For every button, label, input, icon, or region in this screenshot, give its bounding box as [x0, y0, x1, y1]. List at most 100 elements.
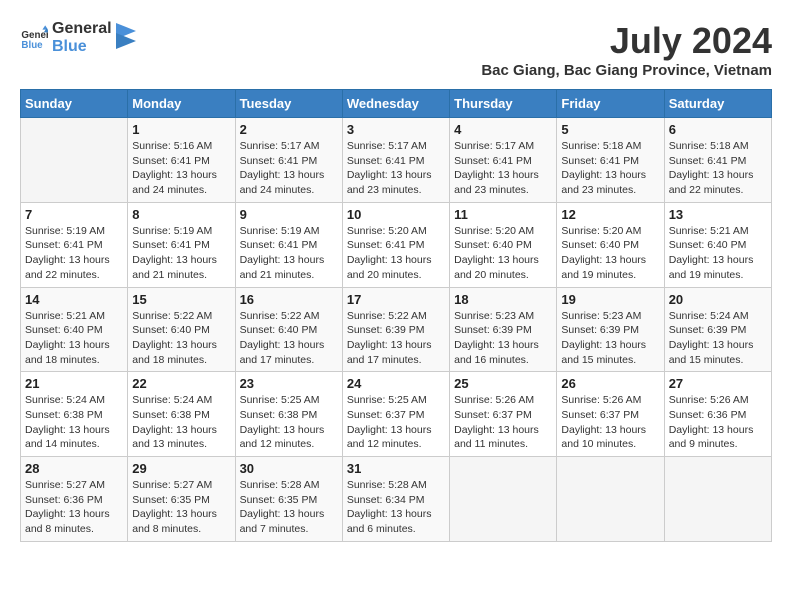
- header-wednesday: Wednesday: [342, 90, 449, 118]
- day-number: 11: [454, 207, 552, 222]
- day-detail: Sunrise: 5:17 AM Sunset: 6:41 PM Dayligh…: [240, 139, 338, 198]
- calendar-cell: 4Sunrise: 5:17 AM Sunset: 6:41 PM Daylig…: [450, 118, 557, 203]
- day-detail: Sunrise: 5:27 AM Sunset: 6:35 PM Dayligh…: [132, 478, 230, 537]
- calendar-cell: [557, 457, 664, 542]
- calendar-week-row: 14Sunrise: 5:21 AM Sunset: 6:40 PM Dayli…: [21, 287, 772, 372]
- calendar-cell: 9 Sunrise: 5:19 AM Sunset: 6:41 PM Daylig…: [235, 202, 342, 287]
- calendar-cell: 23 Sunrise: 5:25 AM Sunset: 6:38 PM Dayli…: [235, 372, 342, 457]
- header-friday: Friday: [557, 90, 664, 118]
- calendar-cell: 8 Sunrise: 5:19 AM Sunset: 6:41 PM Daylig…: [128, 202, 235, 287]
- day-detail: Sunrise: 5:25 AM Sunset: 6:38 PM Dayligh…: [240, 393, 338, 452]
- title-block: July 2024 Bac Giang, Bac Giang Province,…: [481, 20, 772, 79]
- day-number: 31: [347, 461, 445, 476]
- day-detail: Sunrise: 5:25 AM Sunset: 6:37 PM Dayligh…: [347, 393, 445, 452]
- day-number: 30: [240, 461, 338, 476]
- day-number: 18: [454, 292, 552, 307]
- day-detail: Sunrise: 5:19 AM Sunset: 6:41 PM Dayligh…: [25, 224, 123, 283]
- day-number: 1: [132, 122, 230, 137]
- calendar-cell: 7 Sunrise: 5:19 AM Sunset: 6:41 PM Daylig…: [21, 202, 128, 287]
- calendar-cell: 30Sunrise: 5:28 AM Sunset: 6:35 PM Dayli…: [235, 457, 342, 542]
- day-number: 22: [132, 376, 230, 391]
- day-number: 26: [561, 376, 659, 391]
- calendar-cell: 15 Sunrise: 5:22 AM Sunset: 6:40 PM Dayli…: [128, 287, 235, 372]
- day-detail: Sunrise: 5:22 AM Sunset: 6:40 PM Dayligh…: [132, 309, 230, 368]
- calendar-cell: 20Sunrise: 5:24 AM Sunset: 6:39 PM Dayli…: [664, 287, 771, 372]
- day-number: 25: [454, 376, 552, 391]
- day-detail: Sunrise: 5:24 AM Sunset: 6:38 PM Dayligh…: [132, 393, 230, 452]
- day-detail: Sunrise: 5:22 AM Sunset: 6:40 PM Dayligh…: [240, 309, 338, 368]
- day-number: 20: [669, 292, 767, 307]
- calendar-cell: 5 Sunrise: 5:18 AM Sunset: 6:41 PM Daylig…: [557, 118, 664, 203]
- day-detail: Sunrise: 5:24 AM Sunset: 6:38 PM Dayligh…: [25, 393, 123, 452]
- calendar-cell: 10 Sunrise: 5:20 AM Sunset: 6:41 PM Dayli…: [342, 202, 449, 287]
- day-detail: Sunrise: 5:21 AM Sunset: 6:40 PM Dayligh…: [669, 224, 767, 283]
- day-number: 10: [347, 207, 445, 222]
- day-number: 2: [240, 122, 338, 137]
- calendar-cell: 14Sunrise: 5:21 AM Sunset: 6:40 PM Dayli…: [21, 287, 128, 372]
- calendar-cell: [21, 118, 128, 203]
- day-number: 27: [669, 376, 767, 391]
- header-sunday: Sunday: [21, 90, 128, 118]
- day-number: 16: [240, 292, 338, 307]
- svg-text:Blue: Blue: [21, 39, 43, 50]
- day-number: 8: [132, 207, 230, 222]
- calendar-cell: 31 Sunrise: 5:28 AM Sunset: 6:34 PM Dayli…: [342, 457, 449, 542]
- day-number: 24: [347, 376, 445, 391]
- day-number: 23: [240, 376, 338, 391]
- day-detail: Sunrise: 5:27 AM Sunset: 6:36 PM Dayligh…: [25, 478, 123, 537]
- calendar-cell: 22 Sunrise: 5:24 AM Sunset: 6:38 PM Dayli…: [128, 372, 235, 457]
- day-number: 3: [347, 122, 445, 137]
- day-detail: Sunrise: 5:26 AM Sunset: 6:36 PM Dayligh…: [669, 393, 767, 452]
- logo: General Blue General Blue: [20, 20, 136, 55]
- calendar-cell: 25 Sunrise: 5:26 AM Sunset: 6:37 PM Dayli…: [450, 372, 557, 457]
- day-detail: Sunrise: 5:23 AM Sunset: 6:39 PM Dayligh…: [561, 309, 659, 368]
- day-number: 5: [561, 122, 659, 137]
- calendar-week-row: 1 Sunrise: 5:16 AM Sunset: 6:41 PM Daylig…: [21, 118, 772, 203]
- logo-blue: Blue: [52, 38, 112, 56]
- calendar-cell: 27 Sunrise: 5:26 AM Sunset: 6:36 PM Dayli…: [664, 372, 771, 457]
- logo-general: General: [52, 20, 112, 38]
- calendar-cell: 26Sunrise: 5:26 AM Sunset: 6:37 PM Dayli…: [557, 372, 664, 457]
- header-saturday: Saturday: [664, 90, 771, 118]
- calendar-cell: 12Sunrise: 5:20 AM Sunset: 6:40 PM Dayli…: [557, 202, 664, 287]
- day-number: 12: [561, 207, 659, 222]
- day-number: 7: [25, 207, 123, 222]
- logo-flag-icon: [116, 23, 136, 53]
- header-monday: Monday: [128, 90, 235, 118]
- calendar-cell: 2 Sunrise: 5:17 AM Sunset: 6:41 PM Daylig…: [235, 118, 342, 203]
- day-detail: Sunrise: 5:28 AM Sunset: 6:34 PM Dayligh…: [347, 478, 445, 537]
- day-number: 9: [240, 207, 338, 222]
- day-detail: Sunrise: 5:19 AM Sunset: 6:41 PM Dayligh…: [240, 224, 338, 283]
- calendar-week-row: 7 Sunrise: 5:19 AM Sunset: 6:41 PM Daylig…: [21, 202, 772, 287]
- header-tuesday: Tuesday: [235, 90, 342, 118]
- calendar-cell: [450, 457, 557, 542]
- calendar-cell: 3Sunrise: 5:17 AM Sunset: 6:41 PM Daylig…: [342, 118, 449, 203]
- day-detail: Sunrise: 5:16 AM Sunset: 6:41 PM Dayligh…: [132, 139, 230, 198]
- day-number: 13: [669, 207, 767, 222]
- day-detail: Sunrise: 5:22 AM Sunset: 6:39 PM Dayligh…: [347, 309, 445, 368]
- day-detail: Sunrise: 5:26 AM Sunset: 6:37 PM Dayligh…: [454, 393, 552, 452]
- day-detail: Sunrise: 5:20 AM Sunset: 6:40 PM Dayligh…: [454, 224, 552, 283]
- day-number: 15: [132, 292, 230, 307]
- day-detail: Sunrise: 5:19 AM Sunset: 6:41 PM Dayligh…: [132, 224, 230, 283]
- calendar-cell: 6Sunrise: 5:18 AM Sunset: 6:41 PM Daylig…: [664, 118, 771, 203]
- day-number: 21: [25, 376, 123, 391]
- calendar-cell: 19 Sunrise: 5:23 AM Sunset: 6:39 PM Dayli…: [557, 287, 664, 372]
- day-detail: Sunrise: 5:18 AM Sunset: 6:41 PM Dayligh…: [561, 139, 659, 198]
- calendar-table: SundayMondayTuesdayWednesdayThursdayFrid…: [20, 89, 772, 542]
- calendar-cell: 11 Sunrise: 5:20 AM Sunset: 6:40 PM Dayli…: [450, 202, 557, 287]
- header-thursday: Thursday: [450, 90, 557, 118]
- calendar-cell: 16 Sunrise: 5:22 AM Sunset: 6:40 PM Dayli…: [235, 287, 342, 372]
- calendar-cell: 21 Sunrise: 5:24 AM Sunset: 6:38 PM Dayli…: [21, 372, 128, 457]
- day-number: 4: [454, 122, 552, 137]
- day-detail: Sunrise: 5:23 AM Sunset: 6:39 PM Dayligh…: [454, 309, 552, 368]
- day-number: 6: [669, 122, 767, 137]
- day-number: 19: [561, 292, 659, 307]
- day-number: 29: [132, 461, 230, 476]
- day-number: 28: [25, 461, 123, 476]
- calendar-week-row: 21 Sunrise: 5:24 AM Sunset: 6:38 PM Dayli…: [21, 372, 772, 457]
- calendar-cell: 1 Sunrise: 5:16 AM Sunset: 6:41 PM Daylig…: [128, 118, 235, 203]
- day-detail: Sunrise: 5:20 AM Sunset: 6:41 PM Dayligh…: [347, 224, 445, 283]
- calendar-cell: 29 Sunrise: 5:27 AM Sunset: 6:35 PM Dayli…: [128, 457, 235, 542]
- day-number: 14: [25, 292, 123, 307]
